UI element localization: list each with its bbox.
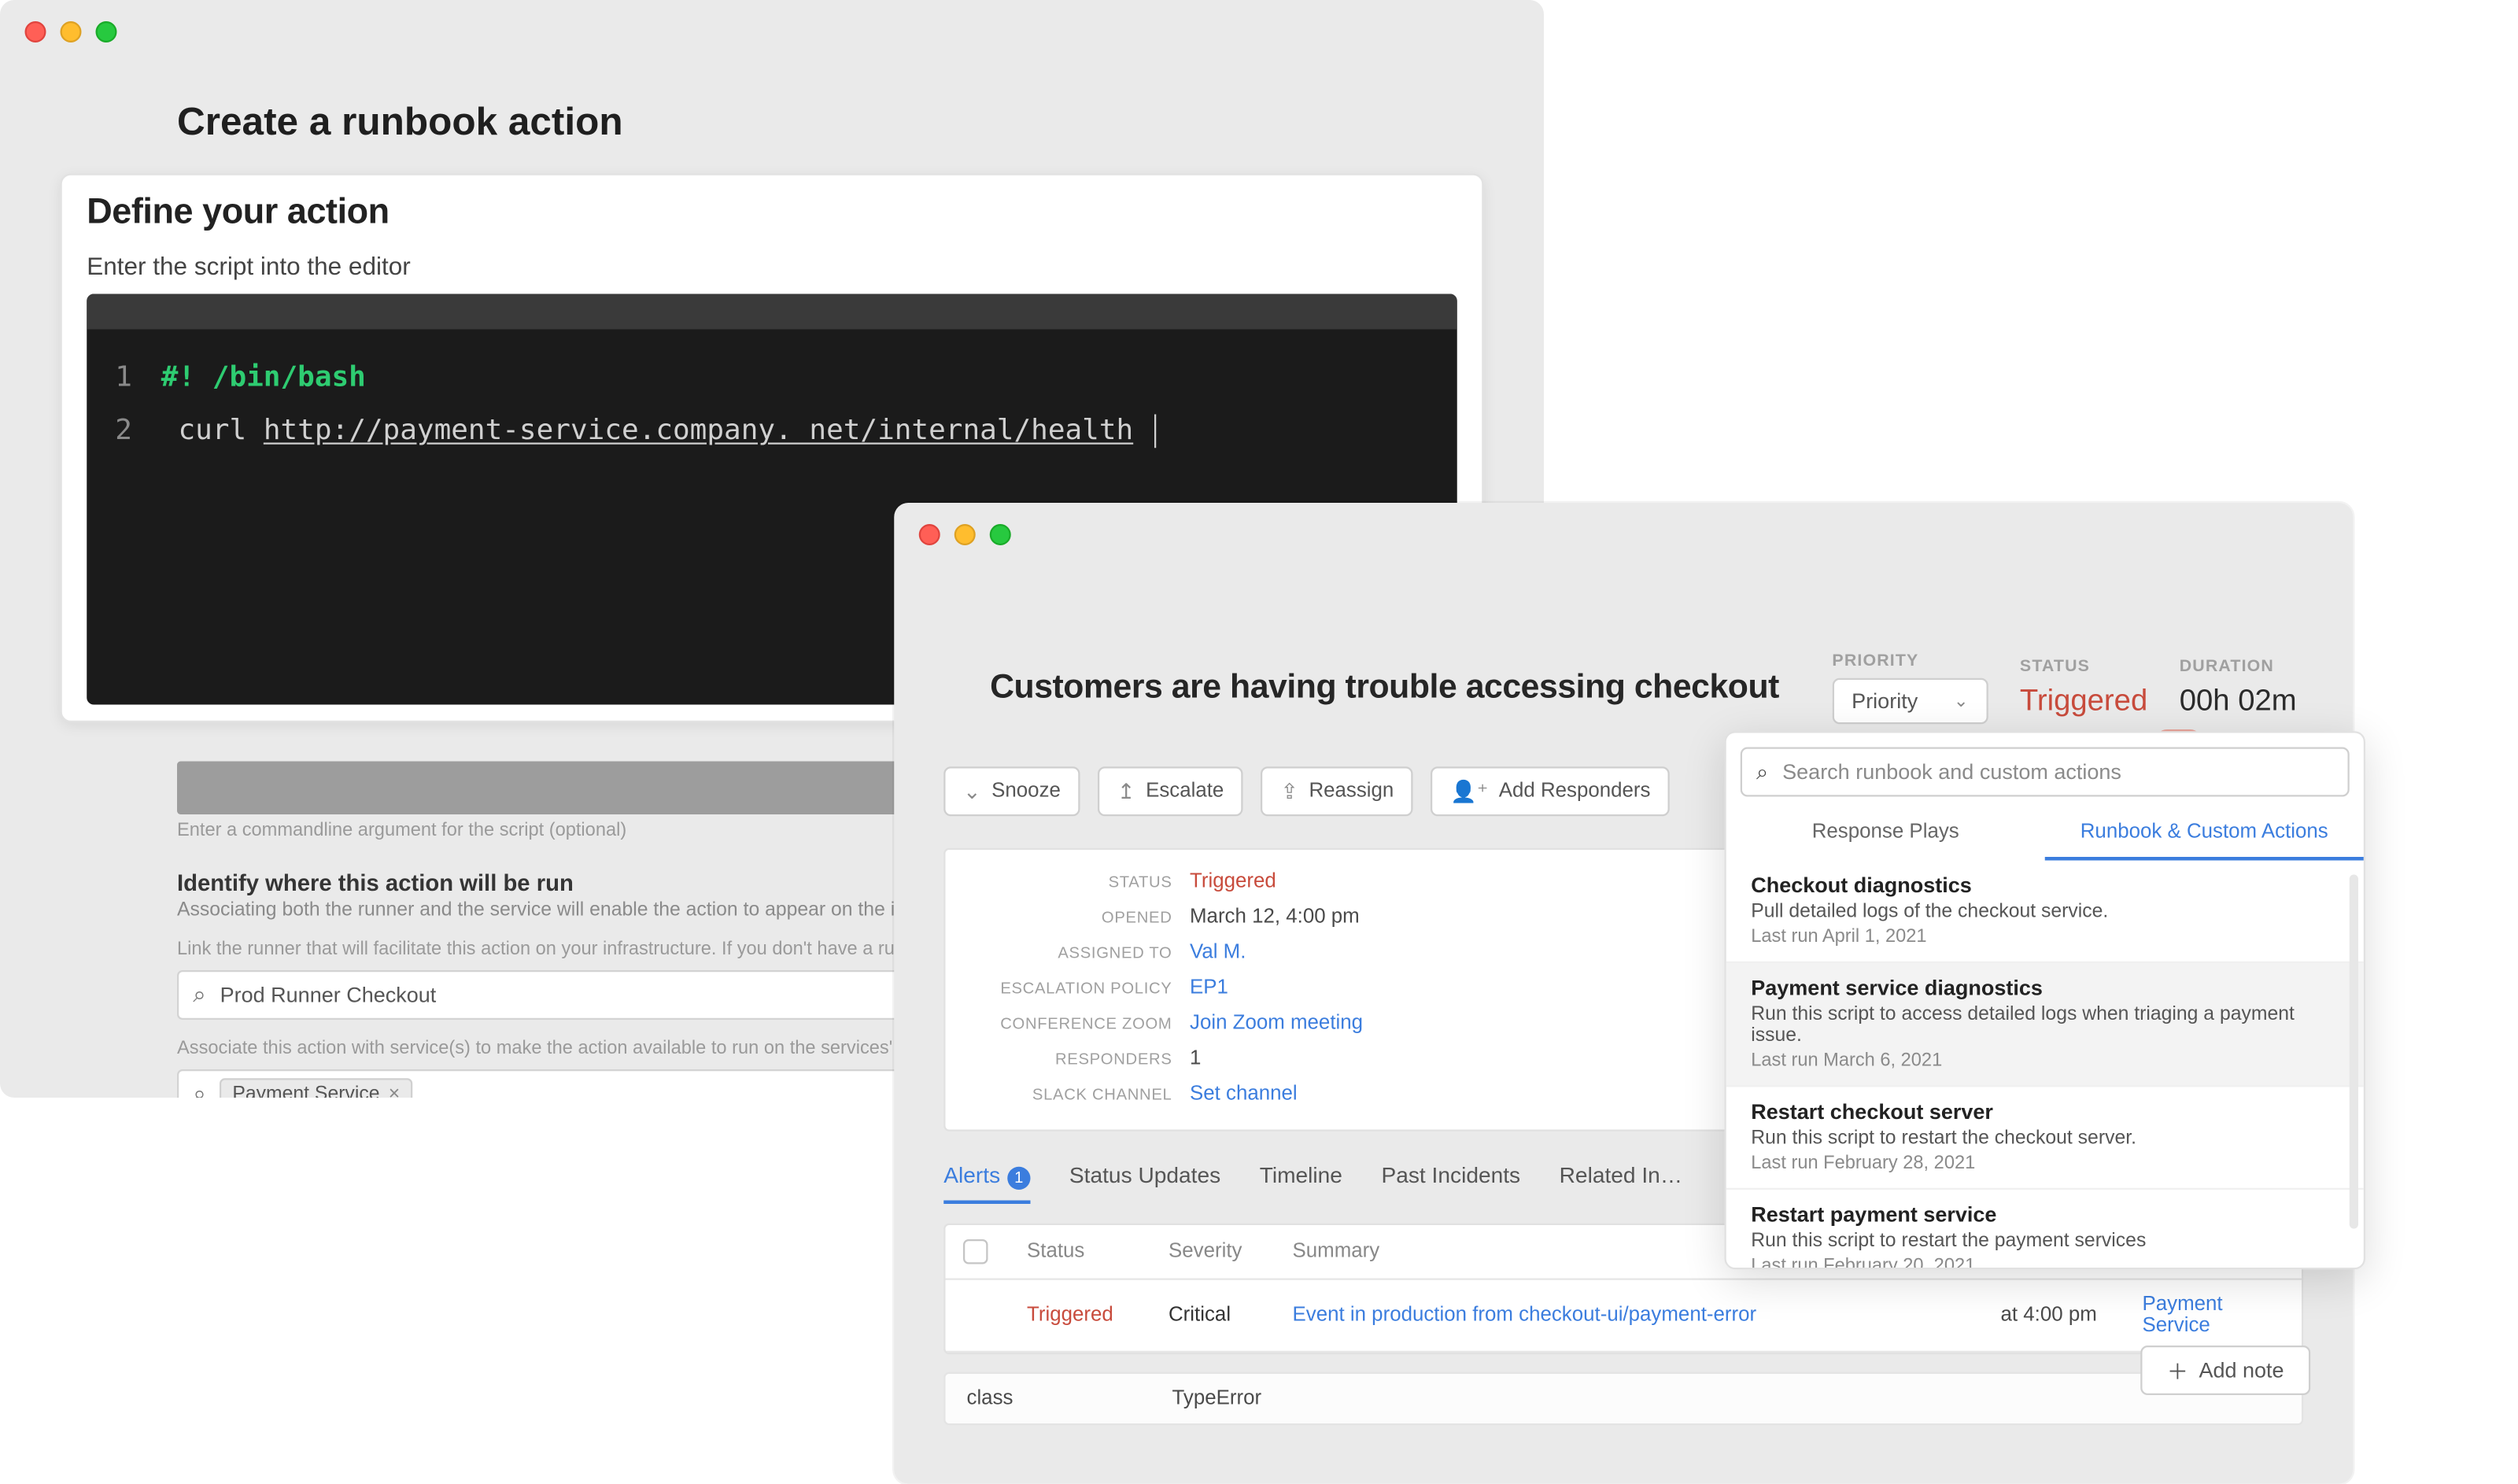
priority-select[interactable]: Priority ⌄ [1832, 678, 1988, 725]
alerts-count-badge: 1 [1007, 1167, 1030, 1190]
code-line-1: #! /bin/bash [161, 360, 366, 393]
run-actions-panel: ⌕ Search runbook and custom actions Resp… [1725, 731, 2366, 1269]
select-all-checkbox[interactable] [963, 1239, 988, 1264]
chevron-down-icon: ⌄ [1954, 692, 1969, 711]
maximize-icon[interactable] [96, 21, 117, 42]
panel-tabs: Response Plays Runbook & Custom Actions [1726, 811, 2364, 861]
reassign-icon: ⇪ [1280, 779, 1298, 804]
page-title: Create a runbook action [177, 99, 1367, 146]
add-note-button[interactable]: ＋ Add note [2140, 1346, 2310, 1395]
class-row: class TypeError [943, 1372, 2303, 1426]
window-incident: Customers are having trouble accessing c… [894, 503, 2353, 1484]
minimize-icon[interactable] [61, 21, 82, 42]
search-icon: ⌕ [1756, 759, 1768, 785]
minimize-icon[interactable] [954, 524, 976, 545]
maximize-icon[interactable] [990, 524, 1011, 545]
duration-value: 00h 02m [2180, 684, 2304, 719]
row-status: Triggered [1027, 1305, 1169, 1326]
reassign-button[interactable]: ⇪Reassign [1261, 766, 1414, 816]
card-title: Define your action [87, 193, 1457, 234]
priority-col: PRIORITY Priority ⌄ [1832, 652, 1988, 724]
tab-runbook-actions[interactable]: Runbook & Custom Actions [2045, 811, 2364, 861]
search-icon: ⌕ [193, 1080, 205, 1098]
row-severity: Critical [1169, 1305, 1293, 1326]
service-chip[interactable]: Payment Service × [220, 1078, 412, 1098]
titlebar [0, 0, 1544, 64]
list-item[interactable]: Restart checkout server Run this script … [1726, 1087, 2364, 1191]
status-col: STATUS Triggered [2020, 657, 2147, 719]
status-value: Triggered [2020, 684, 2147, 719]
arrow-up-icon: ↥ [1117, 779, 1135, 804]
plus-icon: ＋ [2167, 1355, 2188, 1385]
search-icon: ⌕ [193, 981, 205, 1010]
titlebar [894, 503, 2353, 567]
tab-timeline[interactable]: Timeline [1260, 1153, 1342, 1204]
runner-value: Prod Runner Checkout [220, 983, 437, 1008]
remove-chip-icon[interactable]: × [389, 1083, 400, 1098]
add-user-icon: 👤⁺ [1450, 779, 1488, 804]
tab-past-incidents[interactable]: Past Incidents [1381, 1153, 1520, 1204]
tab-response-plays[interactable]: Response Plays [1726, 811, 2045, 861]
escalate-button[interactable]: ↥Escalate [1098, 766, 1243, 816]
scrollbar[interactable] [2350, 875, 2358, 1229]
caret-icon [1154, 415, 1155, 449]
duration-col: DURATION 00h 02m [2180, 657, 2304, 719]
code-line-2: curl http://payment-service.company. net… [178, 413, 1150, 447]
row-service-link[interactable]: Payment Service [2143, 1294, 2284, 1337]
panel-search-input[interactable]: ⌕ Search runbook and custom actions [1741, 748, 2350, 797]
snooze-button[interactable]: ⌄Snooze [943, 766, 1080, 816]
add-responders-button[interactable]: 👤⁺Add Responders [1431, 766, 1671, 816]
row-summary-link[interactable]: Event in production from checkout-ui/pay… [1293, 1305, 2001, 1326]
row-time: at 4:00 pm [2001, 1305, 2143, 1326]
list-item[interactable]: Checkout diagnostics Pull detailed logs … [1726, 861, 2364, 964]
list-item[interactable]: Restart payment service Run this script … [1726, 1190, 2364, 1268]
table-row[interactable]: Triggered Critical Event in production f… [946, 1280, 2302, 1353]
list-item[interactable]: Payment service diagnostics Run this scr… [1726, 963, 2364, 1087]
tab-status-updates[interactable]: Status Updates [1069, 1153, 1220, 1204]
close-icon[interactable] [25, 21, 46, 42]
tab-related-incidents[interactable]: Related In… [1560, 1153, 1682, 1204]
chevron-down-icon: ⌄ [963, 779, 981, 804]
incident-header: Customers are having trouble accessing c… [894, 567, 2353, 745]
editor-prompt: Enter the script into the editor [87, 252, 1457, 280]
panel-list: Checkout diagnostics Pull detailed logs … [1726, 861, 2364, 1268]
editor-toolbar [87, 294, 1457, 330]
incident-title: Customers are having trouble accessing c… [943, 668, 1800, 707]
close-icon[interactable] [919, 524, 940, 545]
tab-alerts[interactable]: Alerts1 [943, 1153, 1030, 1204]
